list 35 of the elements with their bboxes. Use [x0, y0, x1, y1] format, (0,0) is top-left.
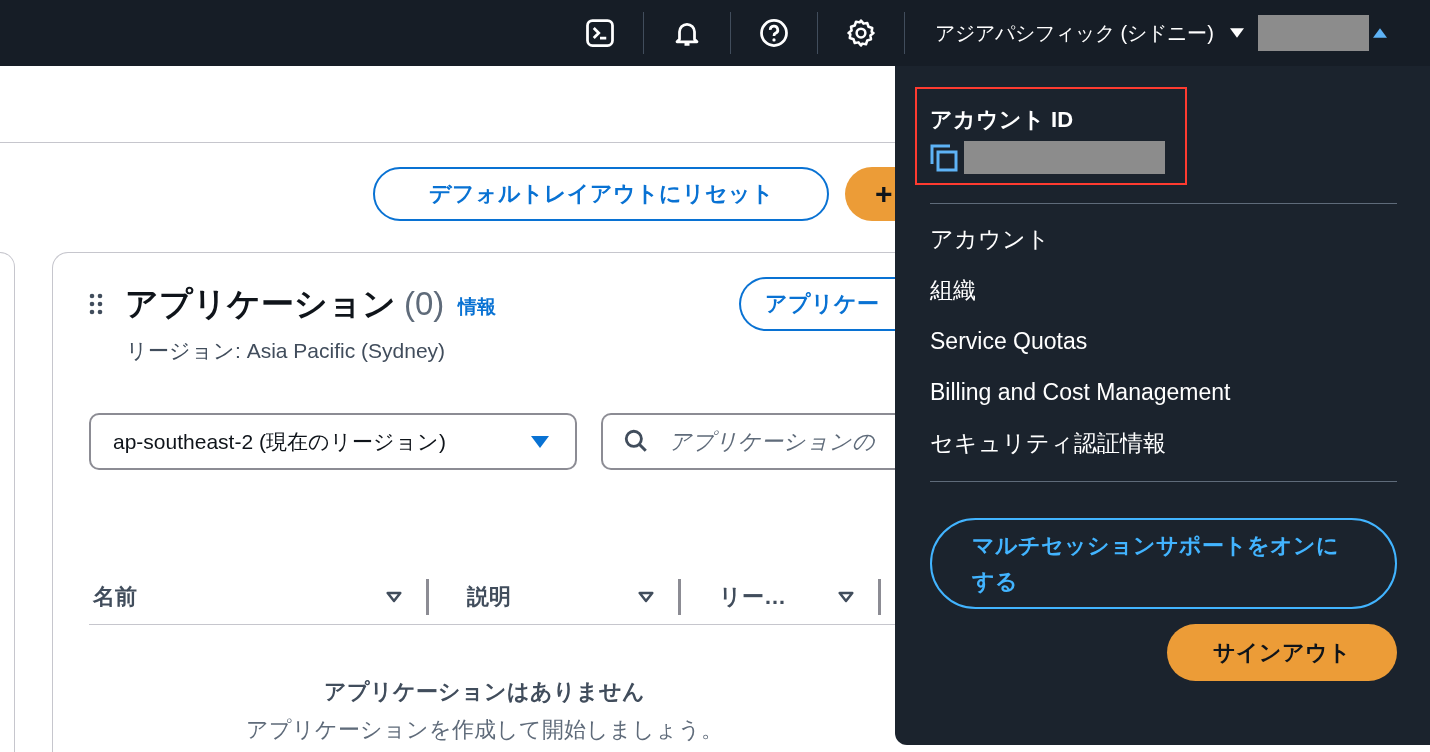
menu-item[interactable]: 組織 — [930, 275, 1397, 326]
column-header[interactable]: 名前 — [93, 582, 137, 612]
drag-handle-icon[interactable] — [89, 293, 103, 315]
region-select[interactable]: ap-southeast-2 (現在のリージョン) — [89, 413, 577, 470]
copy-icon[interactable] — [930, 143, 958, 172]
settings-icon[interactable] — [846, 18, 876, 48]
menu-item[interactable]: アカウント — [930, 224, 1397, 275]
region-selector[interactable]: アジアパシフィック (シドニー) — [919, 19, 1258, 47]
sort-icon[interactable] — [638, 591, 654, 603]
column-header[interactable]: 説明 — [467, 582, 511, 612]
column-header[interactable]: リー… — [719, 582, 786, 612]
info-link[interactable]: 情報 — [458, 294, 497, 320]
sign-out-button[interactable]: サインアウト — [1167, 624, 1397, 681]
empty-state-text: アプリケーションを作成して開始しましょう。 — [244, 716, 724, 744]
caret-icon — [1229, 28, 1244, 38]
caret-icon — [1372, 28, 1387, 38]
search-field[interactable]: アプリケーションの — [601, 413, 895, 470]
caret-icon — [531, 435, 549, 448]
empty-state-title: アプリケーションはありません — [322, 678, 646, 706]
terminal-icon[interactable] — [585, 18, 615, 48]
menu-item[interactable]: Service Quotas — [930, 326, 1397, 377]
item-count: (0) — [404, 285, 445, 323]
sort-icon[interactable] — [838, 591, 854, 603]
account-id-label: アカウント ID — [930, 106, 1075, 134]
reset-layout-button[interactable]: デフォルトレイアウトにリセット — [373, 167, 829, 221]
sort-icon[interactable] — [386, 591, 402, 603]
menu-item[interactable]: セキュリティ認証情報 — [930, 428, 1397, 479]
help-icon[interactable] — [759, 18, 789, 48]
menu-item[interactable]: Billing and Cost Management — [930, 377, 1397, 428]
create-application-button[interactable]: アプリケー — [739, 277, 895, 331]
search-icon — [623, 428, 649, 454]
add-widget-button[interactable]: + — [845, 167, 895, 221]
card-title: アプリケーション — [125, 283, 396, 324]
region-note: リージョン: Asia Pacific (Sydney) — [126, 338, 447, 364]
multi-session-button[interactable]: マルチセッションサポートをオンにする — [930, 518, 1397, 609]
